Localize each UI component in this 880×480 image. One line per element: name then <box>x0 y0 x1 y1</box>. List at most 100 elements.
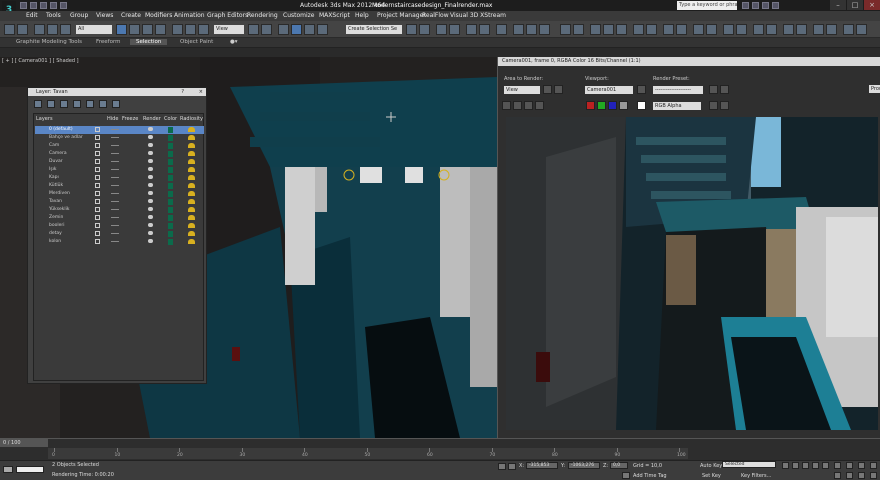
render-toggle-icon[interactable] <box>148 223 153 227</box>
edit-region-icon[interactable] <box>543 85 552 94</box>
radiosity-toggle-icon[interactable] <box>188 199 195 204</box>
window-crossing-icon[interactable] <box>155 24 166 35</box>
walk-through-icon[interactable] <box>870 472 877 479</box>
layer-color-swatch[interactable] <box>168 159 173 165</box>
help-icon[interactable] <box>772 2 779 9</box>
render-preset-dropdown[interactable]: -------------------- <box>653 86 703 94</box>
link-icon[interactable] <box>34 24 45 35</box>
search-input[interactable]: Type a keyword or phrase <box>677 1 737 10</box>
layer-row[interactable]: Işık <box>35 166 204 174</box>
rotate-icon[interactable] <box>185 24 196 35</box>
bind-space-warp-icon[interactable] <box>60 24 71 35</box>
area-to-render-dropdown[interactable]: View <box>504 86 540 94</box>
layer-row[interactable]: Yükseklik <box>35 206 204 214</box>
freeze-toggle[interactable] <box>111 241 119 242</box>
hide-toggle[interactable] <box>95 175 100 180</box>
realflow-tool-2-icon[interactable] <box>573 24 584 35</box>
undo-icon[interactable] <box>50 2 57 9</box>
blue-channel-icon[interactable] <box>608 101 617 110</box>
previous-frame-icon[interactable] <box>792 462 799 469</box>
key-filters-button[interactable]: Key Filters... <box>741 473 771 479</box>
hide-toggle[interactable] <box>95 167 100 172</box>
menu-edit[interactable]: Edit <box>26 12 38 19</box>
channel-dropdown[interactable]: RGB Alpha <box>653 102 701 110</box>
plugin-tool-16-icon[interactable] <box>813 24 824 35</box>
field-of-view-icon[interactable] <box>834 472 841 479</box>
hide-all-icon[interactable] <box>99 100 107 108</box>
pan-icon[interactable] <box>846 462 853 469</box>
z-coordinate-field[interactable]: 0,0 <box>610 462 628 469</box>
plugin-tool-18-icon[interactable] <box>843 24 854 35</box>
plugin-tool-11-icon[interactable] <box>736 24 747 35</box>
selection-filter-dropdown[interactable]: All <box>76 25 112 34</box>
environment-icon[interactable] <box>720 85 729 94</box>
plugin-tool-15-icon[interactable] <box>796 24 807 35</box>
radiosity-toggle-icon[interactable] <box>188 191 195 196</box>
zoom-icon[interactable] <box>834 462 841 469</box>
open-file-icon[interactable] <box>30 2 37 9</box>
layer-color-swatch[interactable] <box>168 127 173 133</box>
spinner-snap-icon[interactable] <box>317 24 328 35</box>
copy-image-icon[interactable] <box>513 101 522 110</box>
layer-color-swatch[interactable] <box>168 143 173 149</box>
go-to-start-icon[interactable] <box>782 462 789 469</box>
save-image-icon[interactable] <box>502 101 511 110</box>
freeze-toggle[interactable] <box>111 185 119 186</box>
freeze-toggle[interactable] <box>111 201 119 202</box>
redo-icon[interactable] <box>17 24 28 35</box>
render-toggle-icon[interactable] <box>148 207 153 211</box>
hide-toggle[interactable] <box>95 143 100 148</box>
render-toggle-icon[interactable] <box>148 159 153 163</box>
render-toggle-icon[interactable] <box>148 191 153 195</box>
lock-viewport-icon[interactable] <box>637 85 646 94</box>
minimize-button[interactable]: – <box>830 0 846 10</box>
radiosity-toggle-icon[interactable] <box>188 151 195 156</box>
layer-color-swatch[interactable] <box>168 239 173 245</box>
favorites-icon[interactable] <box>762 2 769 9</box>
absolute-mode-icon[interactable] <box>508 463 516 470</box>
freeze-toggle[interactable] <box>111 153 119 154</box>
named-selection-set-dropdown[interactable]: Create Selection Se <box>346 25 402 34</box>
add-to-layer-icon[interactable] <box>60 100 68 108</box>
clear-icon[interactable] <box>535 101 544 110</box>
col-hide[interactable]: Hide <box>107 116 118 122</box>
toggle-ui-icon[interactable] <box>720 101 729 110</box>
layer-row[interactable]: Kapı <box>35 174 204 182</box>
close-icon[interactable]: × <box>199 88 203 96</box>
render-toggle-icon[interactable] <box>148 215 153 219</box>
search-icon[interactable] <box>742 2 749 9</box>
highlight-layer-icon[interactable] <box>86 100 94 108</box>
layer-row[interactable]: Camera <box>35 150 204 158</box>
set-key-button[interactable]: Set Key <box>702 473 721 479</box>
render-toggle-icon[interactable] <box>148 175 153 179</box>
communication-center-icon[interactable] <box>752 2 759 9</box>
col-render[interactable]: Render <box>143 116 161 122</box>
maximize-viewport-icon[interactable] <box>870 462 877 469</box>
freeze-toggle[interactable] <box>111 177 119 178</box>
layer-color-swatch[interactable] <box>168 135 173 141</box>
production-button[interactable]: Produ <box>869 85 880 93</box>
radiosity-toggle-icon[interactable] <box>188 167 195 172</box>
menu-help[interactable]: Help <box>355 12 369 19</box>
move-icon[interactable] <box>172 24 183 35</box>
hide-toggle[interactable] <box>95 199 100 204</box>
tab-object-paint[interactable]: Object Paint <box>180 39 213 45</box>
maxscript-mini-listener[interactable] <box>16 466 44 473</box>
layer-color-swatch[interactable] <box>168 223 173 229</box>
help-icon[interactable]: ? <box>181 88 184 96</box>
render-production-icon[interactable] <box>539 24 550 35</box>
hide-toggle[interactable] <box>95 207 100 212</box>
render-setup-icon[interactable] <box>709 85 718 94</box>
maximize-button[interactable]: □ <box>847 0 863 10</box>
layer-color-swatch[interactable] <box>168 199 173 205</box>
plugin-tool-19-icon[interactable] <box>856 24 867 35</box>
toggle-ui-overlay-icon[interactable] <box>709 101 718 110</box>
menu-visual3d[interactable]: Visual 3D XStream <box>450 12 506 19</box>
tab-selection[interactable]: Selection <box>130 39 168 45</box>
hide-toggle[interactable] <box>95 215 100 220</box>
redo-icon[interactable] <box>60 2 67 9</box>
tab-graphite-modeling[interactable]: Graphite Modeling Tools <box>16 39 82 45</box>
render-toggle-icon[interactable] <box>148 143 153 147</box>
menu-group[interactable]: Group <box>70 12 88 19</box>
graphite-toggle-icon[interactable] <box>449 24 460 35</box>
